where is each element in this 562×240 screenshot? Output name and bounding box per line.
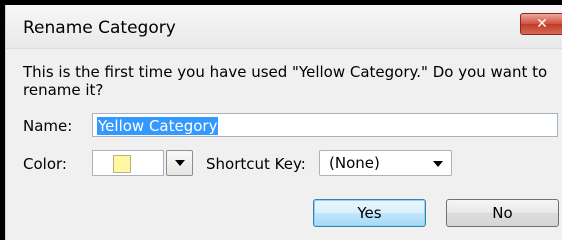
shortcut-key-label: Shortcut Key: [206, 155, 306, 173]
name-input-value: Yellow Category [97, 117, 219, 135]
color-label: Color: [23, 155, 67, 173]
color-picker[interactable] [92, 150, 164, 176]
chevron-down-icon [433, 161, 443, 167]
title-bar[interactable]: Rename Category ✕ [6, 5, 562, 49]
color-swatch [113, 155, 131, 173]
chevron-down-icon [174, 160, 185, 166]
name-input[interactable]: Yellow Category [92, 113, 558, 137]
dialog-title: Rename Category [23, 18, 176, 38]
close-icon: ✕ [536, 16, 548, 32]
no-button[interactable]: No [446, 199, 559, 227]
close-button[interactable]: ✕ [520, 13, 562, 35]
yes-button[interactable]: Yes [313, 199, 426, 227]
color-dropdown-button[interactable] [166, 150, 193, 176]
dialog-message: This is the first time you have used "Ye… [23, 63, 548, 99]
name-label: Name: [23, 117, 73, 135]
rename-category-dialog: Rename Category ✕ This is the first time… [5, 5, 562, 240]
shortcut-key-value: (None) [329, 154, 380, 172]
shortcut-key-select[interactable]: (None) [319, 150, 452, 176]
